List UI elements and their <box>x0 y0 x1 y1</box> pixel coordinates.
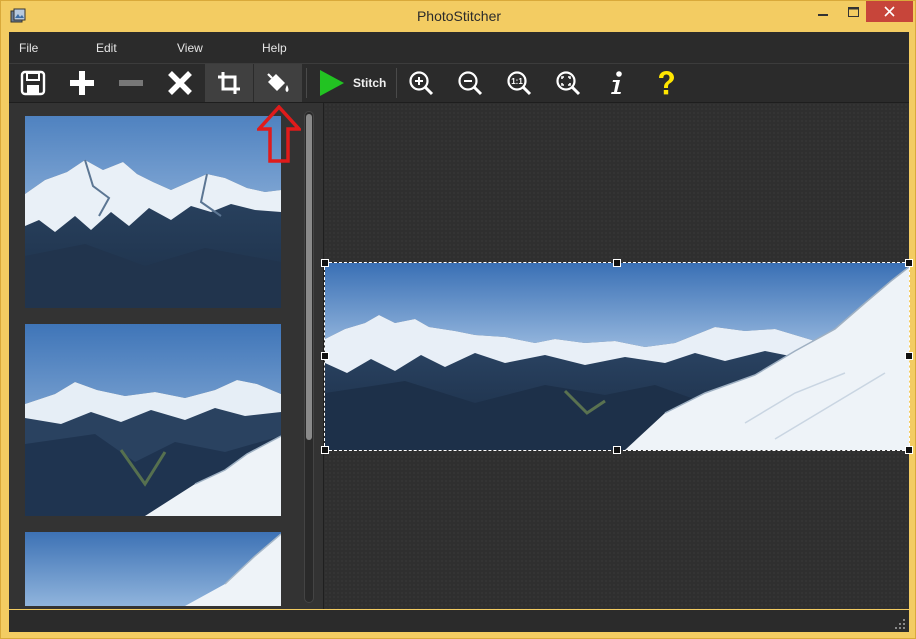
resize-handle[interactable] <box>905 446 913 454</box>
mountain-photo <box>25 532 281 606</box>
zoom-fit-button[interactable] <box>544 64 592 102</box>
crop-icon <box>218 72 240 94</box>
window-title: PhotoStitcher <box>416 8 502 24</box>
zoom-actual-label: 1:1 <box>511 77 523 86</box>
add-icon <box>70 71 94 95</box>
minimize-button[interactable] <box>806 1 840 22</box>
zoom-actual-button[interactable]: 1:1 <box>495 64 543 102</box>
help-button[interactable] <box>642 64 690 102</box>
image-thumbnail[interactable] <box>25 116 281 308</box>
stitch-canvas[interactable] <box>321 103 913 609</box>
menu-bar: File Edit View Help <box>9 32 909 64</box>
play-icon <box>320 70 344 96</box>
help-icon <box>659 71 674 95</box>
panorama-photo <box>325 263 910 450</box>
crop-button[interactable] <box>205 64 253 102</box>
thumbnail-scrollbar[interactable] <box>304 111 314 603</box>
maximize-icon <box>847 6 859 17</box>
close-icon <box>884 6 895 17</box>
zoom-in-icon <box>409 71 434 96</box>
zoom-fit-icon <box>556 71 581 96</box>
info-button[interactable] <box>593 64 641 102</box>
close-button[interactable] <box>866 1 913 22</box>
remove-icon <box>119 80 143 86</box>
resize-handle[interactable] <box>613 259 621 267</box>
save-button[interactable] <box>9 64 57 102</box>
mountain-photo <box>25 324 281 516</box>
clear-button[interactable] <box>156 64 204 102</box>
menu-edit[interactable]: Edit <box>96 41 117 55</box>
annotation-arrow-icon <box>257 105 301 163</box>
menu-help[interactable]: Help <box>262 41 287 55</box>
toolbar-separator <box>306 68 307 98</box>
zoom-out-button[interactable] <box>446 64 494 102</box>
resize-handle[interactable] <box>905 259 913 267</box>
menu-view[interactable]: View <box>177 41 203 55</box>
save-icon <box>20 70 46 96</box>
delete-icon <box>168 71 192 95</box>
zoom-in-button[interactable] <box>397 64 445 102</box>
stitch-label: Stitch <box>353 76 387 90</box>
resize-handle[interactable] <box>321 259 329 267</box>
resize-handle[interactable] <box>321 446 329 454</box>
resize-handle[interactable] <box>613 446 621 454</box>
mountain-photo <box>25 116 281 308</box>
maximize-button[interactable] <box>840 1 866 22</box>
stitch-button[interactable]: Stitch <box>308 64 395 102</box>
status-bar <box>9 610 909 632</box>
fill-button[interactable] <box>254 64 302 102</box>
image-list-panel <box>9 103 324 609</box>
fill-bucket-icon <box>267 73 289 92</box>
app-window: PhotoStitcher File Edit View Help Stitch… <box>0 0 916 639</box>
info-icon <box>611 71 622 94</box>
toolbar: Stitch 1:1 <box>9 64 909 103</box>
image-thumbnail[interactable] <box>25 324 281 516</box>
resize-grip-icon[interactable] <box>895 619 905 629</box>
add-image-button[interactable] <box>58 64 106 102</box>
zoom-out-icon <box>458 71 483 96</box>
minimize-icon <box>818 13 828 16</box>
title-bar: PhotoStitcher <box>1 1 916 32</box>
menu-file[interactable]: File <box>19 41 38 55</box>
image-thumbnail[interactable] <box>25 532 281 606</box>
panorama-result[interactable] <box>321 259 913 454</box>
zoom-actual-icon: 1:1 <box>507 71 532 96</box>
resize-handle[interactable] <box>905 352 913 360</box>
remove-image-button[interactable] <box>107 64 155 102</box>
resize-handle[interactable] <box>321 352 329 360</box>
scrollbar-thumb[interactable] <box>306 114 312 440</box>
